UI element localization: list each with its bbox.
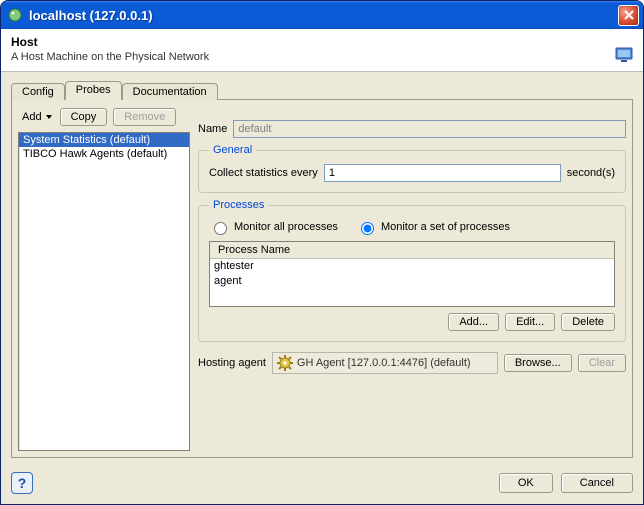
- name-field[interactable]: [233, 120, 626, 138]
- add-label: Add: [22, 111, 42, 123]
- processes-legend: Processes: [209, 199, 268, 211]
- hosting-label: Hosting agent: [198, 357, 266, 369]
- browse-button[interactable]: Browse...: [504, 354, 572, 372]
- close-button[interactable]: [618, 5, 639, 26]
- list-item[interactable]: TIBCO Hawk Agents (default): [19, 147, 189, 161]
- seconds-label: second(s): [567, 167, 615, 179]
- clear-button[interactable]: Clear: [578, 354, 626, 372]
- app-icon: [7, 7, 23, 23]
- gear-icon: [277, 355, 293, 371]
- general-legend: General: [209, 144, 256, 156]
- interval-field[interactable]: [324, 164, 561, 182]
- copy-button[interactable]: Copy: [60, 108, 108, 126]
- right-pane: Name General Collect statistics every se…: [198, 106, 626, 451]
- tab-probes[interactable]: Probes: [65, 81, 122, 100]
- add-menu-button[interactable]: Add: [20, 109, 54, 125]
- header-description: A Host Machine on the Physical Network: [11, 51, 209, 63]
- processes-group: Processes Monitor all processes Monitor …: [198, 199, 626, 342]
- tab-documentation[interactable]: Documentation: [122, 83, 218, 100]
- process-edit-button[interactable]: Edit...: [505, 313, 555, 331]
- help-button[interactable]: ?: [11, 472, 33, 494]
- name-row: Name: [198, 120, 626, 138]
- cancel-button[interactable]: Cancel: [561, 473, 633, 493]
- monitor-set-radio[interactable]: Monitor a set of processes: [356, 219, 510, 235]
- general-group: General Collect statistics every second(…: [198, 144, 626, 193]
- footer: ? OK Cancel: [1, 464, 643, 504]
- list-item[interactable]: System Statistics (default): [19, 133, 189, 147]
- remove-button[interactable]: Remove: [113, 108, 176, 126]
- probe-toolbar: Add Copy Remove: [18, 106, 190, 132]
- agent-display: GH Agent [127.0.0.1:4476] (default): [272, 352, 498, 374]
- monitor-icon: [615, 47, 633, 63]
- process-table[interactable]: Process Name ghtester agent: [209, 241, 615, 307]
- titlebar: localhost (127.0.0.1): [1, 1, 643, 29]
- agent-text: GH Agent [127.0.0.1:4476] (default): [297, 357, 471, 369]
- header: Host A Host Machine on the Physical Netw…: [1, 29, 643, 72]
- probe-list[interactable]: System Statistics (default) TIBCO Hawk A…: [18, 132, 190, 451]
- collect-label: Collect statistics every: [209, 167, 318, 179]
- monitor-set-input[interactable]: [361, 222, 374, 235]
- table-row[interactable]: ghtester: [210, 259, 614, 274]
- tab-bar: Config Probes Documentation: [11, 80, 633, 100]
- header-title: Host: [11, 35, 209, 49]
- monitor-all-input[interactable]: [214, 222, 227, 235]
- process-add-button[interactable]: Add...: [448, 313, 499, 331]
- caret-down-icon: [46, 115, 52, 119]
- dialog-window: localhost (127.0.0.1) Host A Host Machin…: [0, 0, 644, 505]
- left-pane: Add Copy Remove System Statistics (defau…: [18, 106, 190, 451]
- process-delete-button[interactable]: Delete: [561, 313, 615, 331]
- tab-config[interactable]: Config: [11, 83, 65, 100]
- monitor-set-label: Monitor a set of processes: [381, 221, 510, 233]
- ok-button[interactable]: OK: [499, 473, 553, 493]
- process-name-header[interactable]: Process Name: [210, 242, 614, 259]
- name-label: Name: [198, 123, 227, 135]
- monitor-all-radio[interactable]: Monitor all processes: [209, 219, 338, 235]
- window-title: localhost (127.0.0.1): [29, 8, 618, 23]
- table-row[interactable]: agent: [210, 274, 614, 289]
- tab-content: Add Copy Remove System Statistics (defau…: [11, 99, 633, 458]
- hosting-row: Hosting agent: [198, 352, 626, 374]
- monitor-all-label: Monitor all processes: [234, 221, 338, 233]
